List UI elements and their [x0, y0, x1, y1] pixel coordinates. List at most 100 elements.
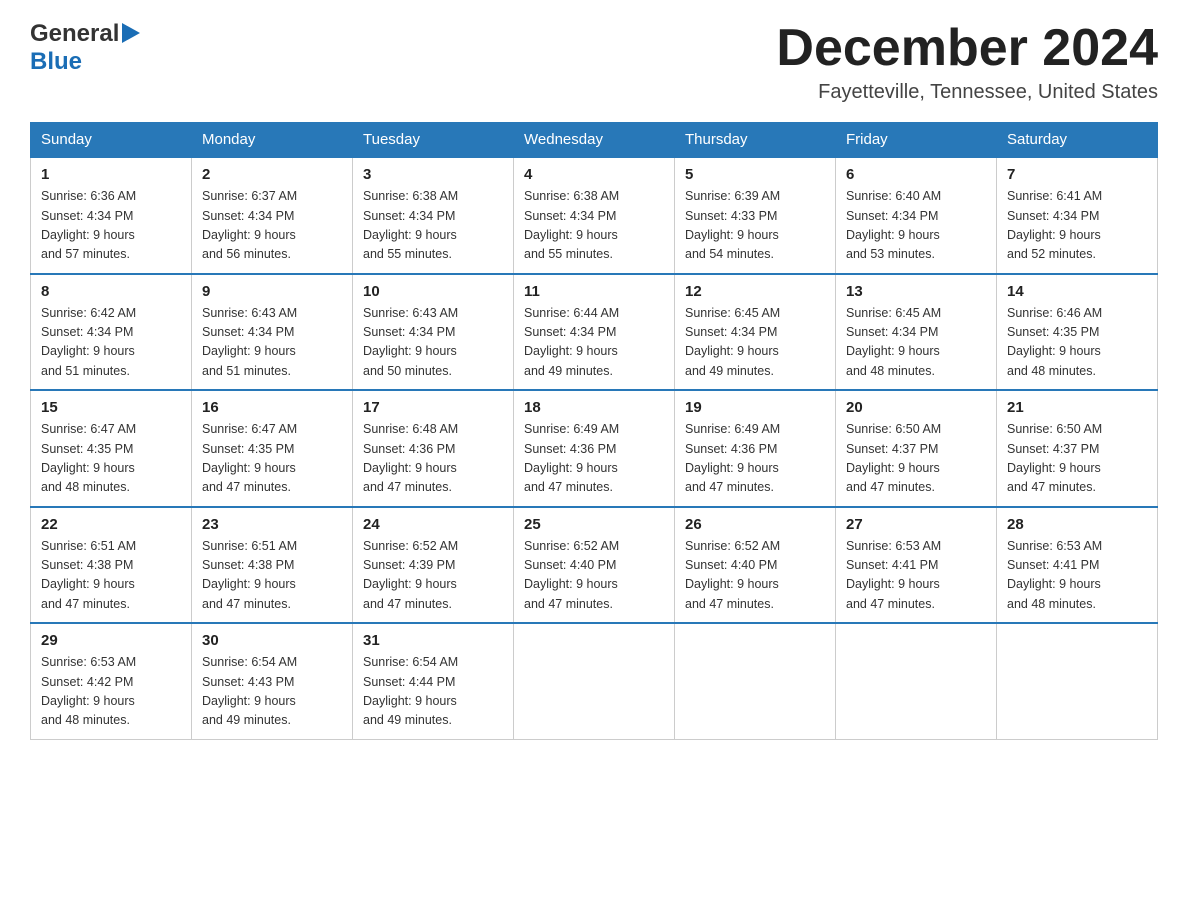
day-number: 4 — [524, 166, 664, 183]
day-cell — [675, 623, 836, 739]
month-title: December 2024 — [776, 20, 1158, 77]
day-cell — [836, 623, 997, 739]
day-cell: 1 Sunrise: 6:36 AM Sunset: 4:34 PM Dayli… — [31, 157, 192, 274]
header-cell-saturday: Saturday — [997, 123, 1158, 158]
header-row: SundayMondayTuesdayWednesdayThursdayFrid… — [31, 123, 1158, 158]
day-number: 31 — [363, 632, 503, 649]
day-number: 3 — [363, 166, 503, 183]
day-cell: 10 Sunrise: 6:43 AM Sunset: 4:34 PM Dayl… — [353, 274, 514, 391]
day-cell: 13 Sunrise: 6:45 AM Sunset: 4:34 PM Dayl… — [836, 274, 997, 391]
day-cell: 18 Sunrise: 6:49 AM Sunset: 4:36 PM Dayl… — [514, 390, 675, 507]
day-number: 6 — [846, 166, 986, 183]
header-cell-tuesday: Tuesday — [353, 123, 514, 158]
day-cell — [997, 623, 1158, 739]
day-info: Sunrise: 6:46 AM Sunset: 4:35 PM Dayligh… — [1007, 304, 1147, 382]
day-info: Sunrise: 6:41 AM Sunset: 4:34 PM Dayligh… — [1007, 187, 1147, 265]
day-cell: 12 Sunrise: 6:45 AM Sunset: 4:34 PM Dayl… — [675, 274, 836, 391]
day-number: 11 — [524, 283, 664, 300]
day-number: 30 — [202, 632, 342, 649]
day-number: 7 — [1007, 166, 1147, 183]
day-number: 25 — [524, 516, 664, 533]
week-row-4: 22 Sunrise: 6:51 AM Sunset: 4:38 PM Dayl… — [31, 507, 1158, 624]
day-number: 23 — [202, 516, 342, 533]
day-cell: 9 Sunrise: 6:43 AM Sunset: 4:34 PM Dayli… — [192, 274, 353, 391]
logo-blue-text: Blue — [30, 48, 82, 75]
day-info: Sunrise: 6:52 AM Sunset: 4:40 PM Dayligh… — [524, 537, 664, 615]
day-cell: 2 Sunrise: 6:37 AM Sunset: 4:34 PM Dayli… — [192, 157, 353, 274]
day-cell: 5 Sunrise: 6:39 AM Sunset: 4:33 PM Dayli… — [675, 157, 836, 274]
logo-arrow-icon — [122, 23, 140, 48]
day-cell: 23 Sunrise: 6:51 AM Sunset: 4:38 PM Dayl… — [192, 507, 353, 624]
day-info: Sunrise: 6:43 AM Sunset: 4:34 PM Dayligh… — [363, 304, 503, 382]
day-info: Sunrise: 6:54 AM Sunset: 4:43 PM Dayligh… — [202, 653, 342, 731]
day-info: Sunrise: 6:53 AM Sunset: 4:42 PM Dayligh… — [41, 653, 181, 731]
day-number: 29 — [41, 632, 181, 649]
day-number: 22 — [41, 516, 181, 533]
day-info: Sunrise: 6:50 AM Sunset: 4:37 PM Dayligh… — [846, 420, 986, 498]
day-number: 10 — [363, 283, 503, 300]
day-cell: 28 Sunrise: 6:53 AM Sunset: 4:41 PM Dayl… — [997, 507, 1158, 624]
day-info: Sunrise: 6:50 AM Sunset: 4:37 PM Dayligh… — [1007, 420, 1147, 498]
day-info: Sunrise: 6:52 AM Sunset: 4:39 PM Dayligh… — [363, 537, 503, 615]
day-cell: 31 Sunrise: 6:54 AM Sunset: 4:44 PM Dayl… — [353, 623, 514, 739]
day-number: 5 — [685, 166, 825, 183]
week-row-1: 1 Sunrise: 6:36 AM Sunset: 4:34 PM Dayli… — [31, 157, 1158, 274]
day-info: Sunrise: 6:38 AM Sunset: 4:34 PM Dayligh… — [363, 187, 503, 265]
day-number: 12 — [685, 283, 825, 300]
day-info: Sunrise: 6:51 AM Sunset: 4:38 PM Dayligh… — [202, 537, 342, 615]
day-info: Sunrise: 6:40 AM Sunset: 4:34 PM Dayligh… — [846, 187, 986, 265]
day-cell: 8 Sunrise: 6:42 AM Sunset: 4:34 PM Dayli… — [31, 274, 192, 391]
day-info: Sunrise: 6:43 AM Sunset: 4:34 PM Dayligh… — [202, 304, 342, 382]
title-block: December 2024 Fayetteville, Tennessee, U… — [776, 20, 1158, 104]
day-cell: 20 Sunrise: 6:50 AM Sunset: 4:37 PM Dayl… — [836, 390, 997, 507]
day-info: Sunrise: 6:45 AM Sunset: 4:34 PM Dayligh… — [685, 304, 825, 382]
day-cell: 11 Sunrise: 6:44 AM Sunset: 4:34 PM Dayl… — [514, 274, 675, 391]
day-cell: 16 Sunrise: 6:47 AM Sunset: 4:35 PM Dayl… — [192, 390, 353, 507]
day-cell: 4 Sunrise: 6:38 AM Sunset: 4:34 PM Dayli… — [514, 157, 675, 274]
day-info: Sunrise: 6:53 AM Sunset: 4:41 PM Dayligh… — [1007, 537, 1147, 615]
day-number: 28 — [1007, 516, 1147, 533]
day-cell: 3 Sunrise: 6:38 AM Sunset: 4:34 PM Dayli… — [353, 157, 514, 274]
header-cell-thursday: Thursday — [675, 123, 836, 158]
day-info: Sunrise: 6:52 AM Sunset: 4:40 PM Dayligh… — [685, 537, 825, 615]
day-info: Sunrise: 6:49 AM Sunset: 4:36 PM Dayligh… — [685, 420, 825, 498]
day-info: Sunrise: 6:47 AM Sunset: 4:35 PM Dayligh… — [41, 420, 181, 498]
week-row-2: 8 Sunrise: 6:42 AM Sunset: 4:34 PM Dayli… — [31, 274, 1158, 391]
day-cell: 29 Sunrise: 6:53 AM Sunset: 4:42 PM Dayl… — [31, 623, 192, 739]
calendar-body: 1 Sunrise: 6:36 AM Sunset: 4:34 PM Dayli… — [31, 157, 1158, 739]
day-cell: 14 Sunrise: 6:46 AM Sunset: 4:35 PM Dayl… — [997, 274, 1158, 391]
day-number: 21 — [1007, 399, 1147, 416]
day-cell: 15 Sunrise: 6:47 AM Sunset: 4:35 PM Dayl… — [31, 390, 192, 507]
day-info: Sunrise: 6:36 AM Sunset: 4:34 PM Dayligh… — [41, 187, 181, 265]
day-number: 8 — [41, 283, 181, 300]
logo: General Blue — [30, 20, 140, 76]
day-number: 19 — [685, 399, 825, 416]
day-number: 13 — [846, 283, 986, 300]
day-cell: 6 Sunrise: 6:40 AM Sunset: 4:34 PM Dayli… — [836, 157, 997, 274]
header-cell-sunday: Sunday — [31, 123, 192, 158]
day-number: 9 — [202, 283, 342, 300]
day-info: Sunrise: 6:47 AM Sunset: 4:35 PM Dayligh… — [202, 420, 342, 498]
day-cell: 21 Sunrise: 6:50 AM Sunset: 4:37 PM Dayl… — [997, 390, 1158, 507]
day-number: 16 — [202, 399, 342, 416]
day-cell: 24 Sunrise: 6:52 AM Sunset: 4:39 PM Dayl… — [353, 507, 514, 624]
day-cell: 30 Sunrise: 6:54 AM Sunset: 4:43 PM Dayl… — [192, 623, 353, 739]
day-number: 24 — [363, 516, 503, 533]
day-info: Sunrise: 6:48 AM Sunset: 4:36 PM Dayligh… — [363, 420, 503, 498]
day-cell: 19 Sunrise: 6:49 AM Sunset: 4:36 PM Dayl… — [675, 390, 836, 507]
day-number: 1 — [41, 166, 181, 183]
day-cell: 27 Sunrise: 6:53 AM Sunset: 4:41 PM Dayl… — [836, 507, 997, 624]
day-info: Sunrise: 6:38 AM Sunset: 4:34 PM Dayligh… — [524, 187, 664, 265]
day-cell: 7 Sunrise: 6:41 AM Sunset: 4:34 PM Dayli… — [997, 157, 1158, 274]
day-info: Sunrise: 6:44 AM Sunset: 4:34 PM Dayligh… — [524, 304, 664, 382]
page-header: General Blue December 2024 Fayetteville,… — [30, 20, 1158, 104]
day-info: Sunrise: 6:37 AM Sunset: 4:34 PM Dayligh… — [202, 187, 342, 265]
week-row-3: 15 Sunrise: 6:47 AM Sunset: 4:35 PM Dayl… — [31, 390, 1158, 507]
day-info: Sunrise: 6:51 AM Sunset: 4:38 PM Dayligh… — [41, 537, 181, 615]
location-title: Fayetteville, Tennessee, United States — [776, 81, 1158, 104]
day-cell: 17 Sunrise: 6:48 AM Sunset: 4:36 PM Dayl… — [353, 390, 514, 507]
day-info: Sunrise: 6:49 AM Sunset: 4:36 PM Dayligh… — [524, 420, 664, 498]
logo-general-text: General — [30, 20, 119, 48]
day-info: Sunrise: 6:42 AM Sunset: 4:34 PM Dayligh… — [41, 304, 181, 382]
day-number: 27 — [846, 516, 986, 533]
